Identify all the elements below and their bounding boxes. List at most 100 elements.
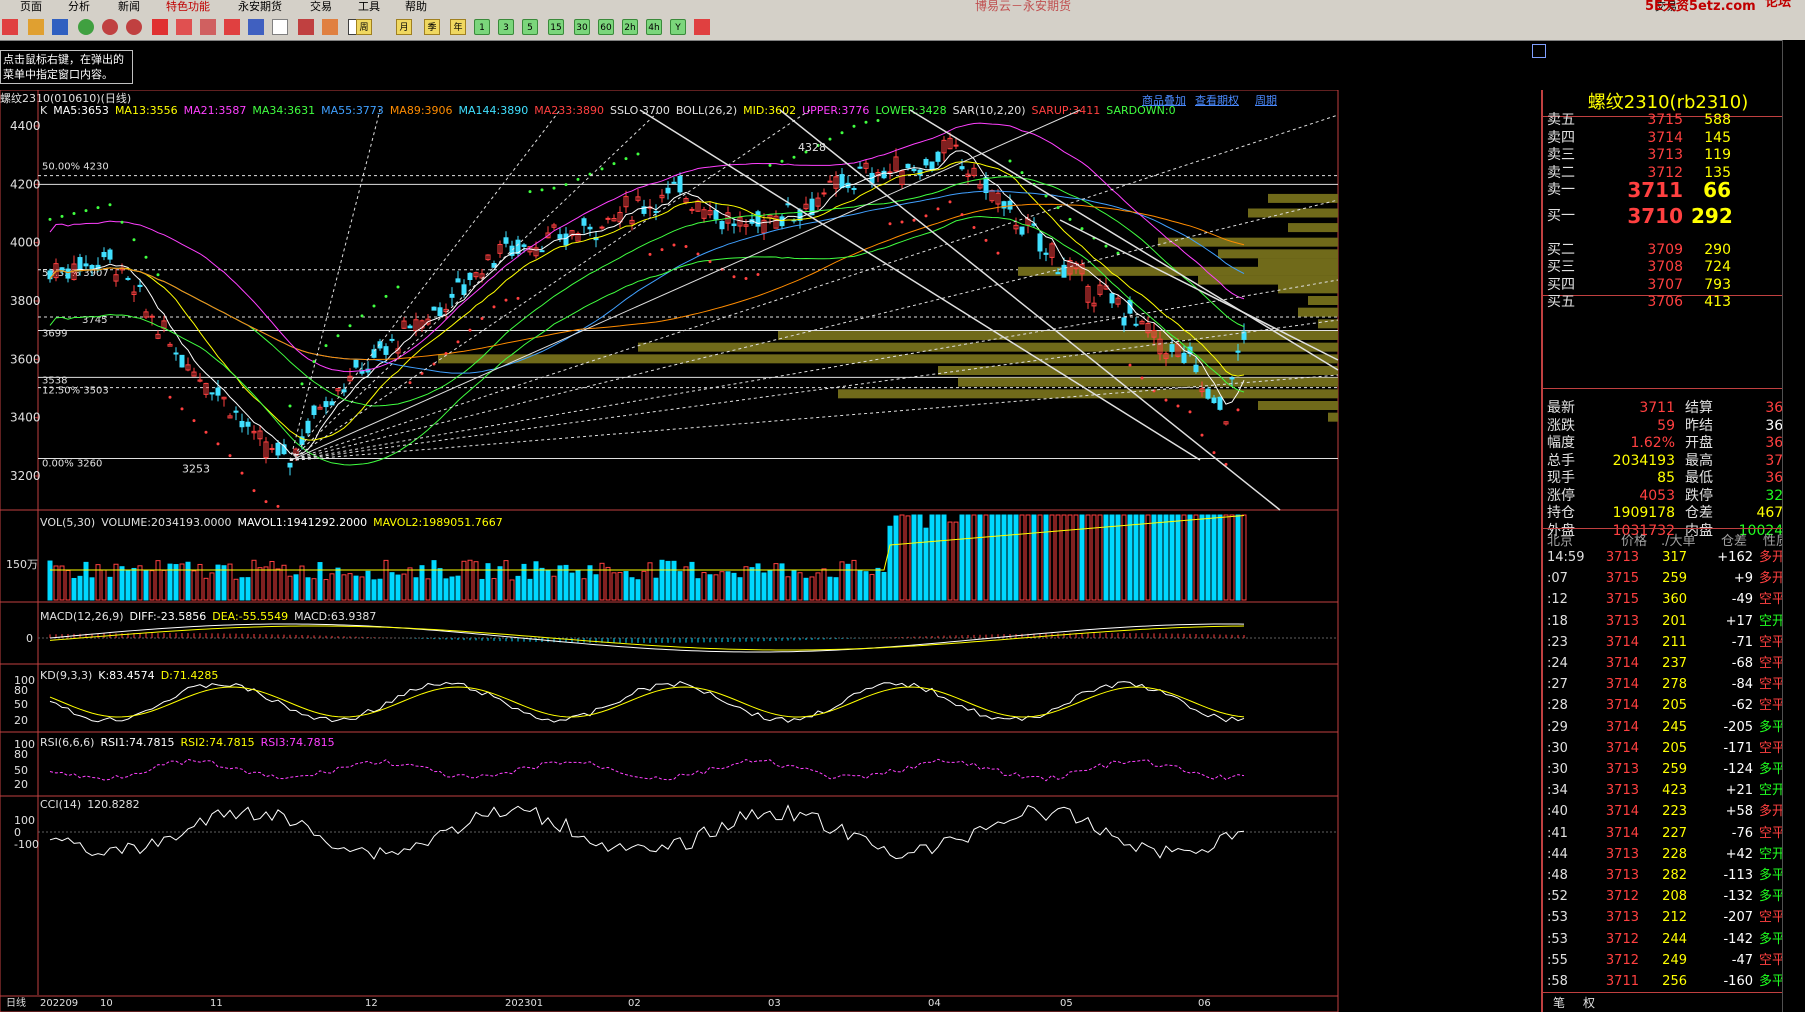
tab-ticks[interactable]: 笔 xyxy=(1553,994,1565,1011)
kd-legend: KD(9,3,3) K:83.4574 D:71.4285 xyxy=(40,669,224,682)
volume-bar xyxy=(773,563,779,601)
tick-row: :24 3714 237 -68 空平 xyxy=(1543,654,1805,674)
funnel-icon[interactable] xyxy=(224,19,240,35)
bid-row[interactable]: 买一 3710 292 xyxy=(1543,206,1805,226)
menu-yongan[interactable]: 永安期货 xyxy=(238,0,282,13)
volume-bar xyxy=(83,561,89,601)
tick-price: 3714 xyxy=(1605,677,1639,693)
side-tabs[interactable] xyxy=(1782,40,1805,1012)
bid-row[interactable]: 买五 3706 413 xyxy=(1543,292,1805,312)
volume-bar xyxy=(203,577,209,601)
forum-link[interactable]: 论坛 xyxy=(1765,0,1791,9)
period-button-5[interactable]: 3 xyxy=(498,19,514,35)
window-icon[interactable] xyxy=(152,19,168,35)
sar-dot xyxy=(744,277,748,281)
volume-bar xyxy=(767,570,773,601)
brush-icon[interactable] xyxy=(200,19,216,35)
period-button-3[interactable]: 年 xyxy=(450,19,466,35)
candle-body xyxy=(329,401,335,406)
volume-bar xyxy=(587,565,593,601)
ask-row[interactable]: 卖一 3711 66 xyxy=(1543,180,1805,200)
y-tick-label: 3800 xyxy=(10,294,41,308)
period-button-7[interactable]: 15 xyxy=(548,19,564,35)
volume-bar xyxy=(1241,514,1247,601)
tick-oi-change: +162 xyxy=(1717,550,1753,565)
restore-icon[interactable] xyxy=(1532,44,1546,58)
sar-dot xyxy=(288,404,292,408)
candle-body xyxy=(587,226,593,230)
hint-line-2: 菜单中指定窗口内容。 xyxy=(3,68,113,81)
period-button-4[interactable]: 1 xyxy=(474,19,490,35)
tick-price: 3714 xyxy=(1605,656,1639,671)
volume-bar xyxy=(875,567,881,601)
sar-dot xyxy=(564,183,568,187)
volume-bar xyxy=(737,577,743,601)
sar-dot xyxy=(1020,171,1024,175)
volume-profile-bar xyxy=(1258,401,1338,410)
period-button-6[interactable]: 5 xyxy=(522,19,538,35)
candle-body xyxy=(755,211,761,227)
vol_header-item-2: MAVOL1:1941292.2000 xyxy=(237,516,368,529)
cursor-icon[interactable] xyxy=(248,19,264,35)
volume-bar xyxy=(395,574,401,601)
tick-price: 3713 xyxy=(1605,783,1639,799)
volume-bar xyxy=(71,577,77,601)
candle-body xyxy=(839,174,845,189)
volume-bar xyxy=(323,579,329,601)
volume-bar xyxy=(275,568,281,601)
candle-body xyxy=(677,176,683,193)
tick-price: 3713 xyxy=(1605,868,1639,883)
menu-page[interactable]: 页面 xyxy=(20,0,42,13)
menu-help[interactable]: 帮助 xyxy=(405,0,427,13)
candle-body xyxy=(149,315,155,318)
period-button-11[interactable]: 4h xyxy=(646,19,662,35)
home-icon[interactable] xyxy=(2,19,18,35)
refresh-icon[interactable] xyxy=(78,19,94,35)
period-button-8[interactable]: 30 xyxy=(574,19,590,35)
tick-row: :30 3714 205 -171 空平 xyxy=(1543,739,1805,759)
volume-bar xyxy=(527,578,533,601)
period-button-10[interactable]: 2h xyxy=(622,19,638,35)
y-tick-label: 4000 xyxy=(10,236,41,250)
pen-icon[interactable] xyxy=(176,19,192,35)
tick-oi-change: -84 xyxy=(1731,677,1753,693)
candle-body xyxy=(851,187,857,190)
volume-bar xyxy=(635,579,641,601)
volume-bar xyxy=(413,577,419,601)
menu-news[interactable]: 新闻 xyxy=(118,0,140,13)
menu-special[interactable]: 特色功能 xyxy=(166,0,210,13)
tick-oi-change: +42 xyxy=(1725,846,1753,862)
sar-dot xyxy=(672,243,676,247)
menu-analysis[interactable]: 分析 xyxy=(68,0,90,13)
period-button-12[interactable]: Y xyxy=(670,19,686,35)
list-icon[interactable] xyxy=(52,19,68,35)
period-button-9[interactable]: 60 xyxy=(598,19,614,35)
menu-trade[interactable]: 交易 xyxy=(310,0,332,13)
tick-volume: 360 xyxy=(1662,592,1687,608)
tab-rights[interactable]: 权 xyxy=(1583,994,1595,1011)
volume-bar xyxy=(539,567,545,601)
sar-dot xyxy=(540,188,544,192)
sar-dot xyxy=(888,222,892,226)
table-icon[interactable] xyxy=(272,19,288,35)
volume-profile-bar xyxy=(1268,193,1338,203)
folder-icon[interactable] xyxy=(28,19,44,35)
volume-bar xyxy=(851,559,857,601)
kd-scale-label: 50 xyxy=(14,698,28,711)
tick-price: 3715 xyxy=(1605,592,1639,608)
period-button-0[interactable]: 周 xyxy=(356,19,372,35)
zoom-in-icon[interactable] xyxy=(102,19,118,35)
zoom-out-icon[interactable] xyxy=(126,19,142,35)
tick-price: 3714 xyxy=(1605,719,1639,735)
menu-tools[interactable]: 工具 xyxy=(358,0,380,13)
line-chart-icon[interactable] xyxy=(298,19,314,35)
period-button-1[interactable]: 月 xyxy=(396,19,412,35)
tick-price: 3713 xyxy=(1605,613,1639,629)
sar-dot xyxy=(216,442,220,446)
tick-icon[interactable] xyxy=(322,19,338,35)
volume-bar xyxy=(221,565,227,601)
kline-chart[interactable]: 4400 4200 4000 3800 3600 3400 3200 50.00% 4230 5… xyxy=(0,90,1340,1012)
volume-bar xyxy=(569,572,575,601)
settings-icon[interactable] xyxy=(694,19,710,35)
period-button-2[interactable]: 季 xyxy=(424,19,440,35)
